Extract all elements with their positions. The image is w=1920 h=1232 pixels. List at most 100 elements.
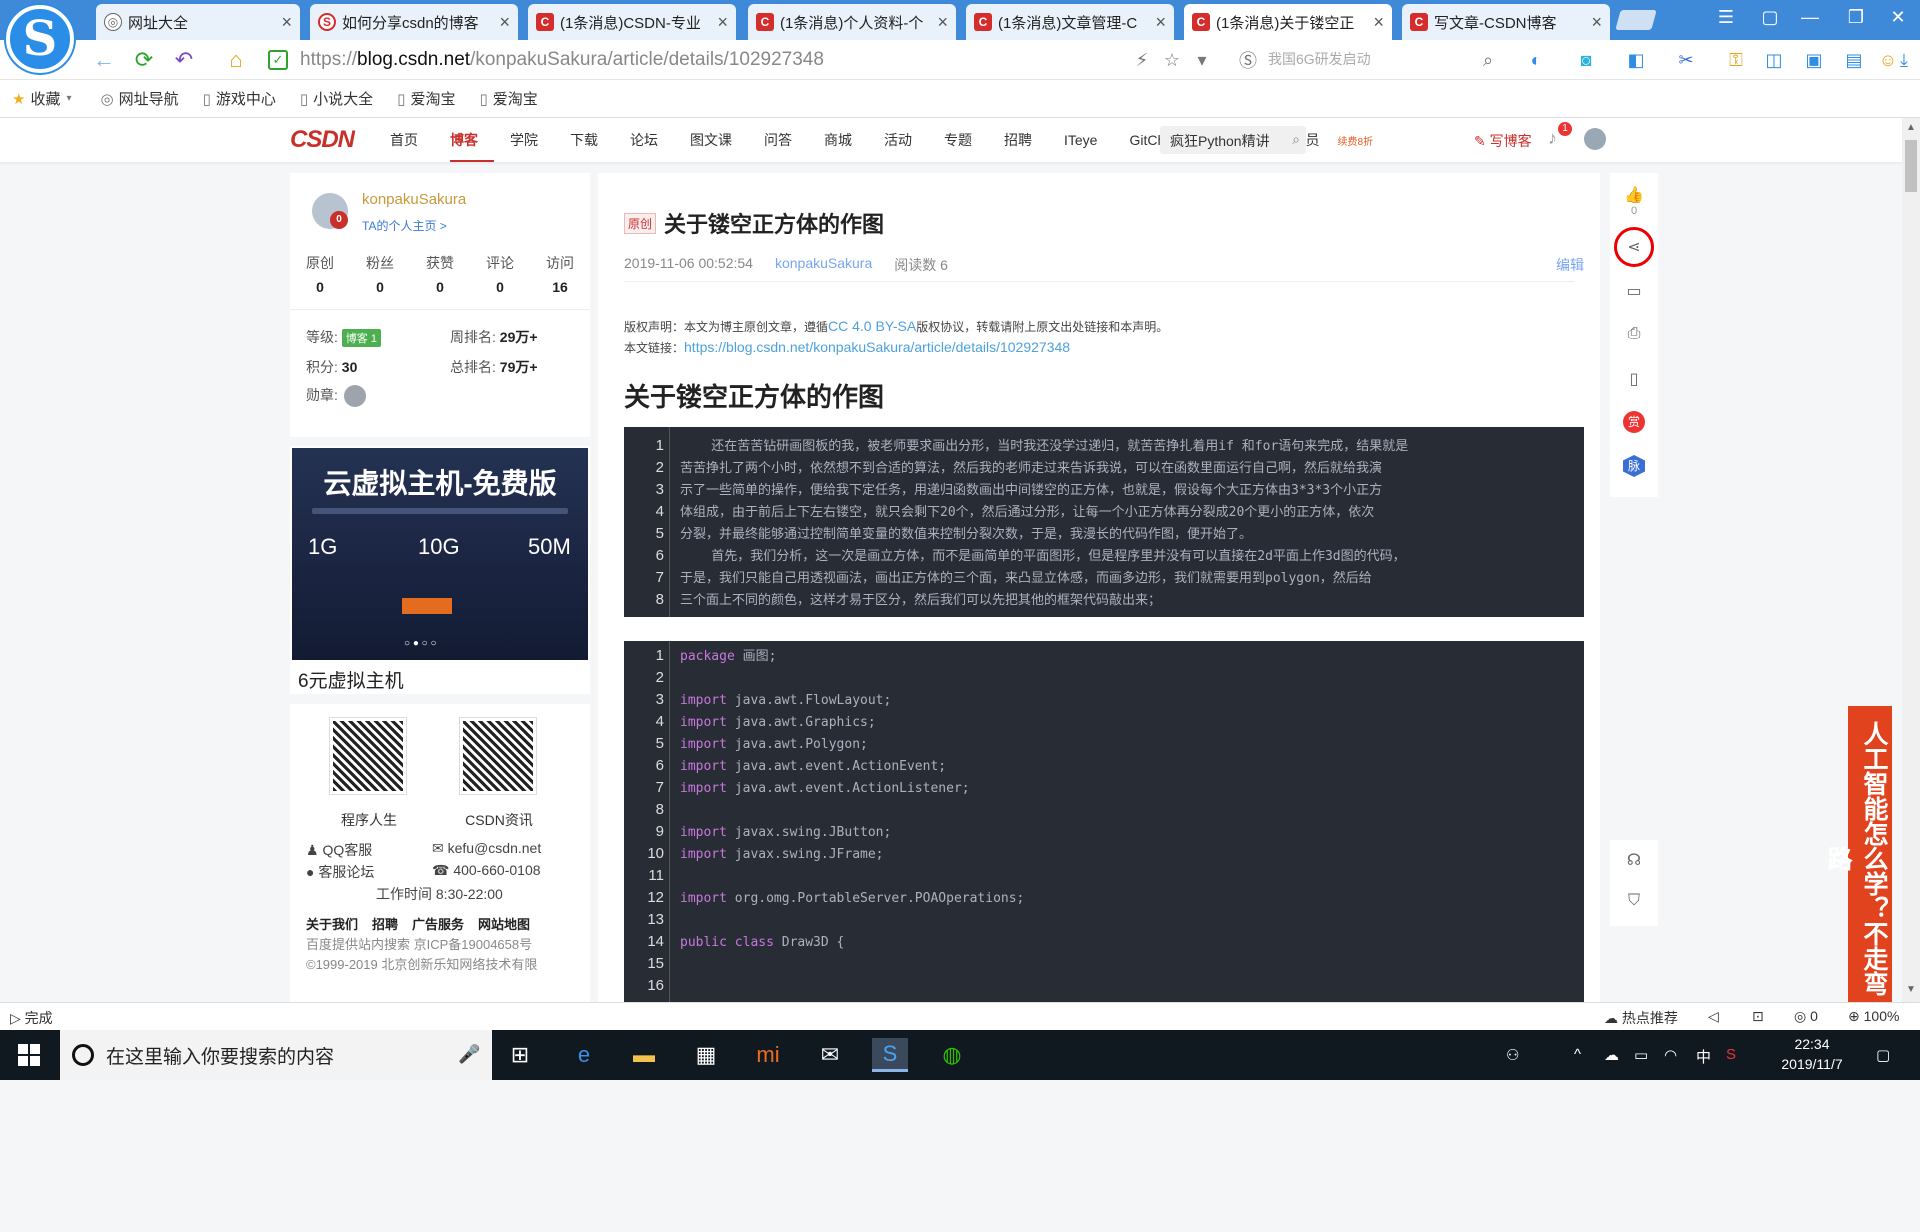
- lightning-icon[interactable]: ⚡: [1128, 46, 1156, 74]
- notification-center-icon[interactable]: ▢: [1876, 1046, 1890, 1064]
- refresh-icon[interactable]: ⟳: [130, 46, 158, 74]
- mi-icon[interactable]: mi: [750, 1038, 786, 1072]
- medal-icon[interactable]: [343, 385, 366, 408]
- ai-side-ad[interactable]: 人工智能怎么学？不走弯路: [1824, 706, 1892, 1002]
- bell-icon[interactable]: ♪ 1: [1548, 122, 1572, 149]
- search-icon[interactable]: ⌕: [1474, 46, 1502, 74]
- close-window-icon[interactable]: ✕: [1878, 0, 1918, 34]
- skin-icon[interactable]: ▢: [1750, 0, 1790, 34]
- tab-3[interactable]: C (1条消息)CSDN-专业 ×: [528, 4, 736, 40]
- microphone-icon[interactable]: 🎤: [458, 1044, 480, 1065]
- bookmark-item[interactable]: ★ 收藏 ▾: [12, 88, 77, 109]
- ad-banner[interactable]: 云虚拟主机-免费版 1G 10G 50M ○ ● ○ ○: [292, 448, 588, 660]
- show-hidden-icons[interactable]: ^: [1574, 1046, 1581, 1063]
- nav-item[interactable]: 学院: [510, 130, 554, 150]
- nav-item[interactable]: 下载: [570, 130, 614, 150]
- translate-icon[interactable]: ◐: [1522, 46, 1550, 74]
- download-manager-icon[interactable]: ◫: [1760, 46, 1788, 74]
- search-engine-icon[interactable]: Ⓢ: [1234, 46, 1262, 74]
- reward-button[interactable]: 赏: [1610, 411, 1658, 433]
- nav-item[interactable]: 问答: [764, 130, 808, 150]
- new-tab-button[interactable]: [1615, 10, 1657, 30]
- close-tab-icon[interactable]: ×: [937, 12, 948, 33]
- sogou-browser-logo[interactable]: S: [6, 5, 74, 73]
- undo-close-icon[interactable]: ↶: [170, 46, 198, 74]
- extension-icon[interactable]: ◧: [1622, 46, 1650, 74]
- article-author[interactable]: konpakuSakura: [775, 255, 872, 275]
- search-hint[interactable]: 我国6G研发启动: [1268, 49, 1371, 69]
- avatar[interactable]: [1584, 128, 1606, 150]
- reader-icon[interactable]: ▣: [1800, 46, 1828, 74]
- sogou-browser-taskbar-icon[interactable]: S: [872, 1038, 908, 1072]
- back-icon[interactable]: ←: [90, 46, 118, 74]
- nav-item[interactable]: 论坛: [630, 130, 674, 150]
- share-icon[interactable]: ⋖: [1610, 237, 1658, 257]
- minimize-icon[interactable]: —: [1790, 0, 1830, 34]
- tab-6[interactable]: C (1条消息)关于镂空正 ×: [1184, 4, 1392, 40]
- nav-item[interactable]: 图文课: [690, 130, 748, 150]
- bookmark-item[interactable]: ▯ 爱淘宝: [479, 88, 537, 109]
- close-tab-icon[interactable]: ×: [499, 12, 510, 33]
- bookmark-item[interactable]: ▯ 小说大全: [300, 88, 373, 109]
- avatar[interactable]: 0: [312, 193, 348, 229]
- ad-caption[interactable]: 6元虚拟主机: [298, 666, 404, 693]
- support-forum-link[interactable]: ● 客服论坛: [306, 862, 374, 882]
- footer-link[interactable]: 广告服务: [412, 917, 464, 932]
- ad-cta-button[interactable]: [402, 598, 452, 614]
- carousel-dots[interactable]: ○ ● ○ ○: [404, 638, 437, 649]
- hot-news-button[interactable]: ☁ 热点推荐: [1604, 1008, 1678, 1028]
- vertical-scrollbar[interactable]: ▲ ▼: [1902, 118, 1920, 1002]
- tab-1[interactable]: ◎ 网址大全 ×: [96, 4, 300, 40]
- cloud-icon[interactable]: ☁: [1604, 1046, 1619, 1064]
- nav-item[interactable]: 招聘: [1004, 130, 1048, 150]
- nav-item[interactable]: 商城: [824, 130, 868, 150]
- mail-icon[interactable]: ✉: [812, 1038, 848, 1072]
- scroll-up-icon[interactable]: ▲: [1906, 122, 1916, 133]
- home-icon[interactable]: ⌂: [222, 46, 250, 74]
- scrollbar-thumb[interactable]: [1905, 140, 1917, 192]
- mai-button[interactable]: 脉: [1610, 455, 1658, 477]
- lock-icon[interactable]: ⊡: [1752, 1008, 1764, 1025]
- like-button[interactable]: 👍 0: [1610, 185, 1658, 217]
- ime-indicator[interactable]: 中: [1696, 1046, 1711, 1067]
- battery-icon[interactable]: ▭: [1634, 1046, 1648, 1064]
- csdn-logo[interactable]: CSDN: [290, 126, 355, 154]
- tab-7[interactable]: C 写文章-CSDN博客 ×: [1402, 4, 1610, 40]
- close-tab-icon[interactable]: ×: [1373, 12, 1384, 33]
- key-icon[interactable]: ⚿: [1722, 46, 1750, 74]
- license-link[interactable]: CC 4.0 BY-SA: [828, 318, 916, 334]
- bookmark-item[interactable]: ▯ 游戏中心: [203, 88, 276, 109]
- people-icon[interactable]: ⚇: [1506, 1046, 1519, 1064]
- comment-icon[interactable]: ▭: [1610, 281, 1658, 301]
- footer-link[interactable]: 招聘: [372, 917, 398, 932]
- chevron-down-icon[interactable]: ▾: [1188, 46, 1216, 74]
- article-url-link[interactable]: https://blog.csdn.net/konpakuSakura/arti…: [684, 339, 1070, 355]
- footer-link[interactable]: 关于我们: [306, 917, 358, 932]
- task-view-icon[interactable]: ⊞: [502, 1038, 538, 1072]
- edit-link[interactable]: 编辑: [1556, 255, 1584, 275]
- tab-5[interactable]: C (1条消息)文章管理-C ×: [966, 4, 1174, 40]
- email-link[interactable]: ✉ kefu@csdn.net: [432, 840, 541, 857]
- close-tab-icon[interactable]: ×: [717, 12, 728, 33]
- headset-icon[interactable]: ☊: [1610, 850, 1658, 870]
- bookmark-item[interactable]: ▯ 爱淘宝: [397, 88, 455, 109]
- csdn-search-input[interactable]: 疯狂Python精讲 ⌕: [1160, 126, 1306, 154]
- nav-item[interactable]: 博客: [450, 130, 494, 162]
- bookmark-item[interactable]: ◎ 网址导航: [101, 88, 179, 109]
- scissors-icon[interactable]: ✂: [1672, 46, 1700, 74]
- adblock-counter[interactable]: ◎ 0: [1794, 1008, 1818, 1025]
- download-icon[interactable]: ⤓: [1890, 46, 1918, 74]
- screenshot-tool-icon[interactable]: ◙: [1572, 46, 1600, 74]
- write-blog-button[interactable]: ✎ 写博客: [1474, 131, 1532, 151]
- wechat-icon[interactable]: ◍: [934, 1038, 970, 1072]
- store-icon[interactable]: ▦: [688, 1038, 724, 1072]
- star-icon[interactable]: ☆: [1158, 46, 1186, 74]
- menu-icon[interactable]: ☰: [1706, 0, 1746, 34]
- volume-icon[interactable]: ◁: [1708, 1008, 1719, 1025]
- nav-item[interactable]: 专题: [944, 130, 988, 150]
- report-icon[interactable]: ⛉: [1610, 892, 1658, 910]
- nav-item[interactable]: ITeye: [1064, 132, 1113, 148]
- edge-icon[interactable]: e: [566, 1038, 602, 1072]
- nav-item[interactable]: 首页: [390, 130, 434, 150]
- tab-4[interactable]: C (1条消息)个人资料-个 ×: [748, 4, 956, 40]
